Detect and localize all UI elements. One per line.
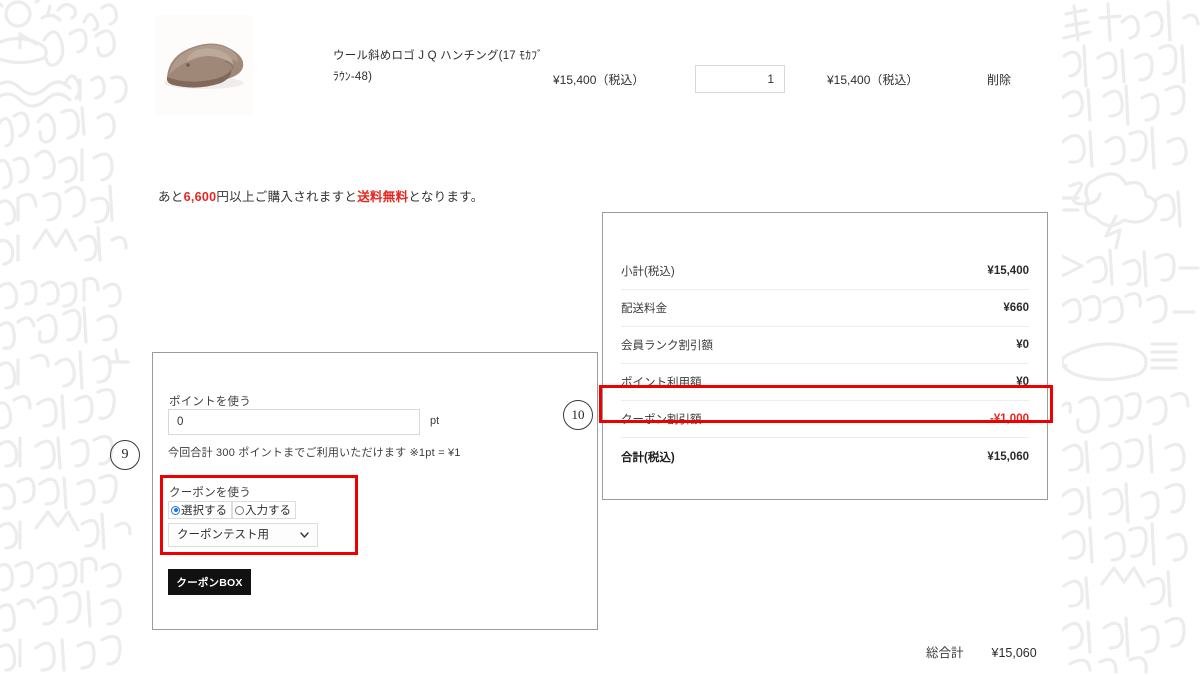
summary-row-member-rank-discount: 会員ランク割引額 ¥0 [621,327,1029,364]
radio-unselected-icon [235,505,244,515]
summary-value: ¥660 [1003,302,1029,314]
notice-suffix: となります。 [408,190,484,204]
cart-page-content: ウール斜めロゴ J Q ハンチング(17 ﾓｶﾌﾞﾗｳﾝ-48) ¥15,400… [0,0,1200,675]
order-summary-box: 小計(税込) ¥15,400 配送料金 ¥660 会員ランク割引額 ¥0 ポイン… [599,212,1053,500]
coupon-mode-select-option[interactable]: 選択する [168,501,232,519]
summary-value: -¥1,000 [989,413,1029,425]
summary-label: 配送料金 [621,303,667,315]
product-subtotal-price: ¥15,400（税込） [827,73,919,87]
product-name[interactable]: ウール斜めロゴ J Q ハンチング(17 ﾓｶﾌﾞﾗｳﾝ-48) [333,46,548,88]
step-marker-10: 10 [563,400,593,430]
notice-amount: 6,600 [183,190,217,204]
summary-value: ¥15,400 [987,265,1029,277]
points-and-coupon-panel: ポイントを使う 0 pt 今回合計 300 ポイントまでご利用いただけます ※1… [152,352,598,630]
summary-row-subtotal: 小計(税込) ¥15,400 [621,253,1029,290]
coupon-select-dropdown[interactable]: クーポンテスト用 [168,523,318,547]
summary-row-coupon-discount: クーポン割引額 -¥1,000 [621,401,1029,438]
summary-label: ポイント利用額 [621,377,702,389]
step-marker-9: 9 [110,440,140,470]
summary-value: ¥15,060 [987,450,1029,463]
summary-label: 小計(税込) [621,266,675,278]
summary-value: ¥0 [1016,339,1029,351]
points-usage-note: 今回合計 300 ポイントまでご利用いただけます ※1pt = ¥1 [168,447,461,459]
points-section-label: ポイントを使う [169,396,251,408]
chevron-down-icon [300,524,309,546]
summary-row-total: 合計(税込) ¥15,060 [621,438,1029,475]
grand-total-row: 総合計 ¥15,060 [926,642,1037,661]
cart-item-row: ウール斜めロゴ J Q ハンチング(17 ﾓｶﾌﾞﾗｳﾝ-48) ¥15,400… [155,14,1055,115]
summary-row-shipping: 配送料金 ¥660 [621,290,1029,327]
delete-item-link[interactable]: 削除 [987,71,1011,88]
points-unit-label: pt [430,415,440,427]
coupon-mode-input-option[interactable]: 入力する [232,501,296,519]
grand-total-label: 総合計 [926,646,964,660]
coupon-box-button[interactable]: クーポンBOX [168,569,251,595]
summary-row-points-used: ポイント利用額 ¥0 [621,364,1029,401]
product-thumbnail[interactable] [155,15,253,115]
summary-label: 合計(税込) [621,451,675,464]
points-input[interactable]: 0 [168,409,420,435]
free-shipping-notice: あと6,600円以上ご購入されますと送料無料となります。 [158,186,484,205]
order-summary-rows: 小計(税込) ¥15,400 配送料金 ¥660 会員ランク割引額 ¥0 ポイン… [621,253,1029,475]
summary-label: クーポン割引額 [621,414,702,426]
summary-value: ¥0 [1016,376,1029,388]
grand-total-value: ¥15,060 [991,646,1037,660]
notice-middle: 円以上ご購入されますと [216,190,358,204]
coupon-selected-value: クーポンテスト用 [177,529,269,541]
coupon-section-label: クーポンを使う [169,487,251,499]
notice-free-shipping: 送料無料 [357,190,409,204]
quantity-input[interactable]: 1 [695,65,785,93]
coupon-mode-radio-group: 選択する 入力する [168,501,296,519]
notice-prefix: あと [158,190,184,204]
coupon-mode-select-label: 選択する [181,505,227,517]
radio-selected-icon [171,505,180,515]
summary-label: 会員ランク割引額 [621,340,713,352]
product-unit-price: ¥15,400（税込） [553,73,645,87]
coupon-mode-input-label: 入力する [245,505,291,517]
